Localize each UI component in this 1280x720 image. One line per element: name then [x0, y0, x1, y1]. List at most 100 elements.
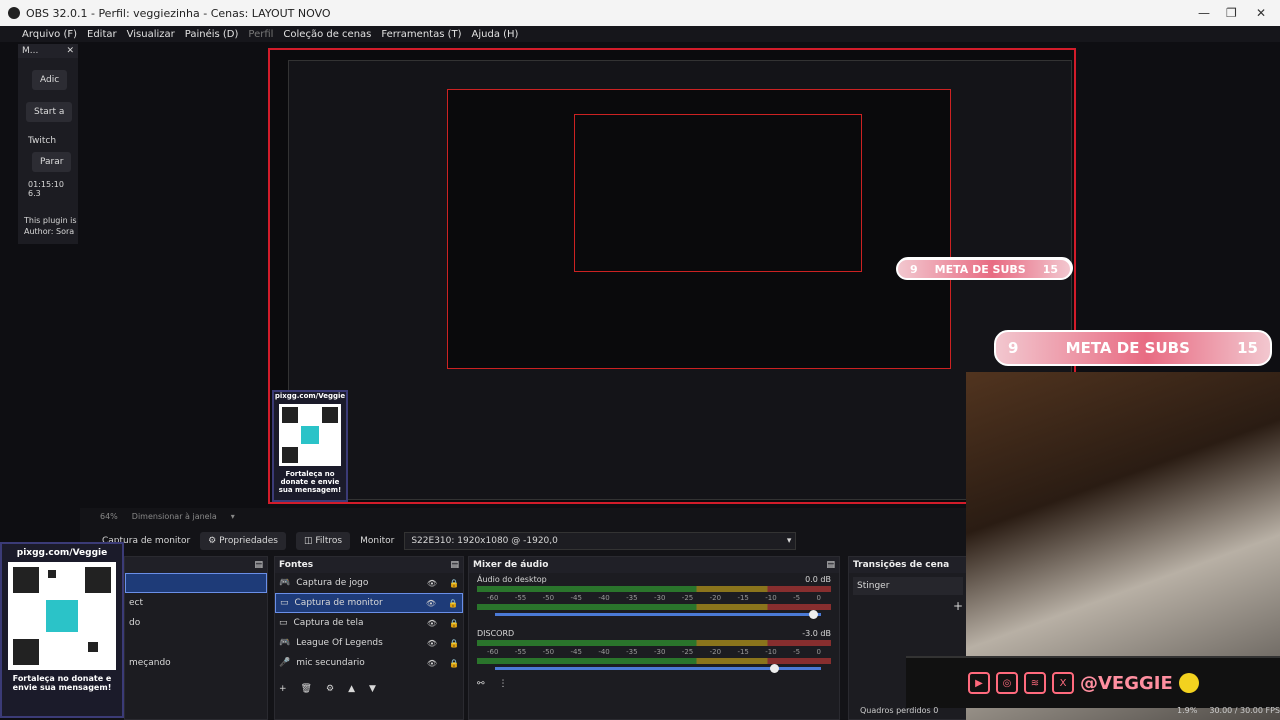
transition-select[interactable]: Stinger	[853, 577, 963, 595]
microphone-icon: 🎤	[279, 658, 291, 668]
menu-colecao-cenas[interactable]: Coleção de cenas	[283, 29, 371, 40]
source-item[interactable]: 🎮 League Of Legends 👁 🔒	[275, 633, 463, 653]
obs-logo-icon	[8, 7, 20, 19]
source-item[interactable]: ▭ Captura de monitor 👁 🔒	[275, 593, 463, 613]
menu-ferramentas[interactable]: Ferramentas (T)	[381, 29, 461, 40]
lock-icon: 🔒	[449, 638, 459, 648]
meter-tick-label: -40	[598, 594, 610, 602]
close-button[interactable]: ✕	[1256, 6, 1266, 20]
menu-paineis[interactable]: Painéis (D)	[185, 29, 239, 40]
monitor-select[interactable]: S22E310: 1920x1080 @ -1920,0 ▾	[404, 532, 797, 550]
meter-tick-label: 0	[816, 594, 821, 602]
window-titlebar: OBS 32.0.1 - Perfil: veggiezinha - Cenas…	[0, 0, 1280, 26]
instagram-icon: ◎	[996, 672, 1018, 694]
twitch-label: Twitch	[28, 136, 57, 146]
eye-icon: 👁	[426, 618, 438, 628]
dock-title: M...	[22, 46, 39, 56]
meter-tick-label: -10	[765, 648, 777, 656]
meter-tick-label: -30	[653, 648, 666, 656]
stream-timer: 01:15:10	[28, 180, 64, 189]
minimize-button[interactable]: —	[1198, 6, 1210, 20]
fit-to-window[interactable]: Dimensionar à janela	[132, 512, 217, 521]
add-icon[interactable]: +	[279, 684, 287, 694]
meter-ticks: -60 -55 -50 -45 -40 -35 -30 -25 -20 -15 -10 -5 0	[477, 648, 831, 656]
dock-menu-icon[interactable]: ▤	[450, 560, 459, 570]
lock-icon: 🔒	[449, 658, 459, 668]
lock-icon: 🔒	[449, 618, 459, 628]
more-icon[interactable]: ⋮	[499, 679, 508, 689]
menu-perfil[interactable]: Perfil	[248, 29, 273, 40]
meter-tick-label: -45	[570, 648, 582, 656]
sources-title: Fontes	[279, 560, 314, 570]
dock-menu-icon[interactable]: ▤	[826, 560, 835, 570]
volume-meter	[477, 604, 831, 610]
window-title: OBS 32.0.1 - Perfil: veggiezinha - Cenas…	[26, 6, 331, 20]
add-icon[interactable]: +	[953, 599, 963, 613]
fps-display: 30.00 / 30.00 FPS	[1209, 705, 1280, 715]
sub-goal-bar-medium: 9 META DE SUBS 15	[896, 258, 1072, 280]
social-handle: @VEGGIE	[1080, 672, 1173, 694]
stop-button[interactable]: Parar	[32, 152, 72, 172]
arrow-up-icon[interactable]: ▲	[348, 684, 355, 694]
volume-slider[interactable]	[495, 664, 821, 673]
meter-tick-label: -10	[765, 594, 777, 602]
source-item[interactable]: 🎤 mic secundario 👁 🔒	[275, 653, 463, 673]
volume-meter	[477, 586, 831, 592]
maximize-button[interactable]: ❐	[1226, 6, 1237, 20]
meter-tick-label: -5	[793, 594, 801, 602]
menu-bar: Arquivo (F) Editar Visualizar Painéis (D…	[0, 26, 1280, 42]
source-item[interactable]: ▭ Captura de tela 👁 🔒	[275, 613, 463, 633]
add-button[interactable]: Adic	[32, 70, 68, 90]
chevron-down-icon: ▾	[786, 536, 792, 546]
bottom-docks: 64% Dimensionar à janela ▾ Captura de mo…	[80, 508, 970, 720]
meter-tick-label: -25	[681, 594, 694, 602]
volume-slider[interactable]	[495, 610, 821, 619]
trash-icon[interactable]: 🗑	[301, 684, 312, 694]
left-dock: M... ✕ Adic Start a Twitch Parar 01:15:1…	[18, 44, 78, 244]
spotify-icon: ≋	[1024, 672, 1046, 694]
game-icon: 🎮	[279, 638, 291, 648]
source-toolbar: Captura de monitor ⚙ Propriedades ◫ Filt…	[80, 530, 965, 552]
scene-item[interactable]: meçando	[125, 653, 267, 673]
properties-button[interactable]: ⚙ Propriedades	[200, 532, 286, 550]
recursive-preview-level-3	[574, 114, 862, 272]
menu-ajuda[interactable]: Ajuda (H)	[472, 29, 519, 40]
start-button[interactable]: Start a	[26, 102, 73, 122]
meter-tick-label: -20	[709, 594, 722, 602]
scenes-panel: ▤ ect do meçando	[124, 556, 268, 720]
monitor-label: Monitor	[360, 536, 395, 546]
meter-tick-label: -15	[737, 648, 749, 656]
social-bar: ▶ ◎ ≋ X @VEGGIE	[906, 656, 1280, 708]
filters-button[interactable]: ◫ Filtros	[296, 532, 351, 550]
volume-slider-thumb[interactable]	[770, 664, 780, 673]
recursive-preview-level-2	[447, 89, 951, 369]
gear-icon[interactable]: ⚙	[326, 684, 334, 694]
dock-close-icon[interactable]: ✕	[66, 46, 74, 56]
scene-item[interactable]: ect	[125, 593, 267, 613]
menu-visualizar[interactable]: Visualizar	[127, 29, 175, 40]
dock-menu-icon[interactable]: ▤	[254, 560, 263, 570]
qr-donate-card-small: pixgg.com/Veggie Fortaleça no donate e e…	[272, 390, 348, 502]
qr-code	[8, 562, 116, 670]
menu-editar[interactable]: Editar	[87, 29, 117, 40]
eye-icon: 👁	[426, 578, 438, 588]
eye-icon: 👁	[426, 638, 438, 648]
menu-arquivo[interactable]: Arquivo (F)	[22, 29, 77, 40]
x-icon: X	[1052, 672, 1074, 694]
plugin-note: This plugin is	[24, 216, 77, 225]
scene-item[interactable]: do	[125, 613, 267, 633]
meter-tick-label: -60	[487, 594, 499, 602]
chevron-down-icon[interactable]: ▾	[231, 512, 235, 521]
eye-icon: 👁	[425, 598, 437, 608]
meter-tick-label: -5	[793, 648, 801, 656]
volume-meter	[477, 658, 831, 664]
link-icon[interactable]: ⚯	[477, 679, 485, 689]
meter-tick-label: -25	[681, 648, 694, 656]
meter-tick-label: -35	[626, 648, 638, 656]
volume-slider-thumb[interactable]	[809, 610, 819, 619]
scene-item[interactable]	[125, 573, 267, 593]
arrow-down-icon[interactable]: ▼	[369, 684, 376, 694]
sub-goal-label: META DE SUBS	[1065, 339, 1190, 357]
mixer-channel-discord: DISCORD -3.0 dB -60 -55 -50 -45 -40 -35 -30 -25-…	[469, 627, 839, 675]
source-item[interactable]: 🎮 Captura de jogo 👁 🔒	[275, 573, 463, 593]
